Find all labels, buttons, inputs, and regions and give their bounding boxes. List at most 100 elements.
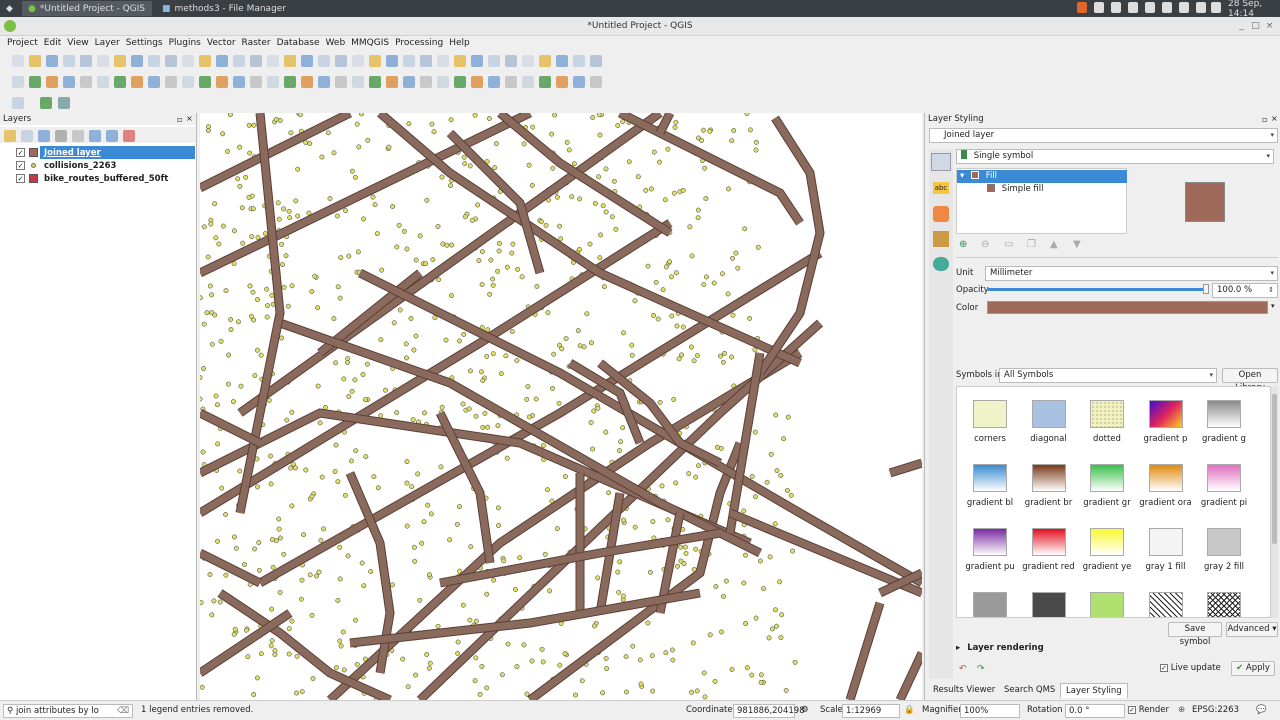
menu-vector[interactable]: Vector [204, 36, 239, 51]
python-icon[interactable] [437, 76, 449, 88]
identify-icon[interactable] [301, 55, 313, 67]
symbol-tile[interactable] [1207, 464, 1241, 492]
statistics-icon[interactable] [369, 55, 381, 67]
symbol-tile[interactable] [1031, 528, 1066, 556]
symbol-tile[interactable] [1090, 464, 1124, 492]
filter-expression-icon[interactable] [72, 130, 84, 142]
update-icon[interactable] [1128, 2, 1138, 13]
data-source-manager-icon[interactable] [12, 76, 24, 88]
task-file-manager[interactable]: ■ methods3 - File Manager [156, 1, 306, 16]
manage-visibility-icon[interactable] [38, 130, 50, 142]
add-csv-icon[interactable] [63, 76, 75, 88]
sum-icon[interactable] [386, 55, 398, 67]
select-icon[interactable] [318, 55, 330, 67]
float-panel-icon[interactable]: ▫ [177, 115, 182, 124]
vlc-icon[interactable] [1111, 2, 1121, 13]
symbol-tile[interactable] [973, 400, 1007, 428]
menu-layer[interactable]: Layer [92, 36, 123, 51]
zoom-in-icon[interactable] [590, 55, 602, 67]
symbol-tile[interactable] [1148, 400, 1183, 428]
opacity-slider-handle[interactable] [1203, 284, 1209, 294]
save-symbol-button[interactable]: Save symbol [1168, 622, 1222, 647]
zoom-last-icon[interactable] [233, 55, 245, 67]
symbol-tile[interactable] [1148, 528, 1183, 556]
data-source-manager-icon[interactable] [454, 76, 466, 88]
lock-icon[interactable]: ▭ [1004, 239, 1013, 250]
save-project-icon[interactable] [46, 55, 58, 67]
move-feature-icon[interactable] [590, 76, 602, 88]
extents-toggle-icon[interactable]: ⚙ [801, 705, 809, 715]
3d-view-icon[interactable] [933, 206, 949, 222]
remove-layer-icon[interactable]: ⊖ [981, 239, 989, 250]
unit-select[interactable]: Millimeter ▾ [985, 266, 1278, 281]
plugin-icon[interactable] [403, 76, 415, 88]
add-raster-icon[interactable] [46, 76, 58, 88]
move-feature-icon[interactable] [148, 76, 160, 88]
pin-icon[interactable] [301, 76, 313, 88]
lock-scale-icon[interactable]: 🔒 [904, 705, 915, 715]
layout-manager-icon[interactable] [539, 55, 551, 67]
symbol-tile[interactable] [973, 592, 1007, 617]
close-panel-icon[interactable]: × [1271, 114, 1278, 123]
layer-styling-icon[interactable] [386, 76, 398, 88]
add-feature-icon[interactable] [131, 76, 143, 88]
add-group-icon[interactable] [21, 130, 33, 142]
clipboard-icon[interactable] [1162, 2, 1172, 13]
coordinate-field[interactable]: 981886,204198 [733, 704, 805, 718]
firefox-icon[interactable] [1077, 2, 1087, 13]
zoom-next-icon[interactable] [250, 55, 262, 67]
layer-row-collisions[interactable]: ✓ collisions_2263 [0, 159, 195, 172]
open-project-icon[interactable] [29, 55, 41, 67]
duplicate-icon[interactable]: ❐ [1027, 239, 1036, 250]
apply-button[interactable]: ✔ Apply [1231, 661, 1275, 676]
maximize-icon[interactable]: □ [1250, 21, 1261, 32]
refresh-icon[interactable] [284, 55, 296, 67]
zoom-layer-icon[interactable] [199, 55, 211, 67]
georeference-icon[interactable] [420, 76, 432, 88]
advanced-button[interactable]: Advanced ▾ [1226, 622, 1278, 637]
add-raster-icon[interactable] [488, 76, 500, 88]
open-library-button[interactable]: Open Library [1222, 368, 1278, 393]
menu-project[interactable]: Project [4, 36, 41, 51]
symbol-tile[interactable] [1207, 528, 1241, 556]
digitize-icon[interactable] [114, 76, 126, 88]
menu-settings[interactable]: Settings [123, 36, 166, 51]
save-as-icon[interactable] [63, 55, 75, 67]
magnifier-field[interactable]: 100% [960, 704, 1020, 718]
menu-web[interactable]: Web [323, 36, 349, 51]
symbol-tile[interactable] [1148, 592, 1183, 617]
undo-icon[interactable] [250, 76, 262, 88]
layout-manager-icon[interactable] [97, 55, 109, 67]
zoom-in-icon[interactable] [148, 55, 160, 67]
menu-database[interactable]: Database [274, 36, 323, 51]
layer-row-joined[interactable]: ✓ Joined layer [0, 146, 195, 159]
edit-icon[interactable] [539, 76, 551, 88]
layer-visibility-checkbox[interactable]: ✓ [16, 161, 25, 170]
rotate-label-icon[interactable] [352, 76, 364, 88]
renderer-select[interactable]: Single symbol ▾ [956, 149, 1274, 164]
menu-processing[interactable]: Processing [392, 36, 446, 51]
copy-icon[interactable] [216, 76, 228, 88]
deselect-icon[interactable] [335, 55, 347, 67]
node-tool-icon[interactable] [165, 76, 177, 88]
collapse-all-icon[interactable] [106, 130, 118, 142]
clear-icon[interactable]: ⌫ [117, 705, 129, 717]
tab-search-qms[interactable]: Search QMS [999, 683, 1060, 698]
new-layer-icon[interactable] [80, 76, 92, 88]
tab-results-viewer[interactable]: Results Viewer [928, 683, 1000, 698]
layer-select[interactable]: Joined layer ▾ [929, 128, 1278, 143]
symbol-tile[interactable] [973, 528, 1007, 556]
symbol-tile[interactable] [1207, 400, 1241, 428]
menu-edit[interactable]: Edit [41, 36, 64, 51]
map-canvas[interactable] [200, 113, 922, 700]
zoom-out-icon[interactable] [165, 55, 177, 67]
wifi-icon[interactable] [1179, 2, 1189, 13]
symbol-tile[interactable] [1031, 592, 1066, 617]
crs-button[interactable]: EPSG:2263 [1192, 705, 1239, 715]
open-project-icon[interactable] [471, 55, 483, 67]
move-down-icon[interactable]: ▼ [1073, 239, 1081, 250]
add-vector-icon[interactable] [471, 76, 483, 88]
zoom-full-icon[interactable] [182, 55, 194, 67]
symbol-tile[interactable] [1031, 464, 1066, 492]
layer-visibility-checkbox[interactable]: ✓ [16, 148, 25, 157]
